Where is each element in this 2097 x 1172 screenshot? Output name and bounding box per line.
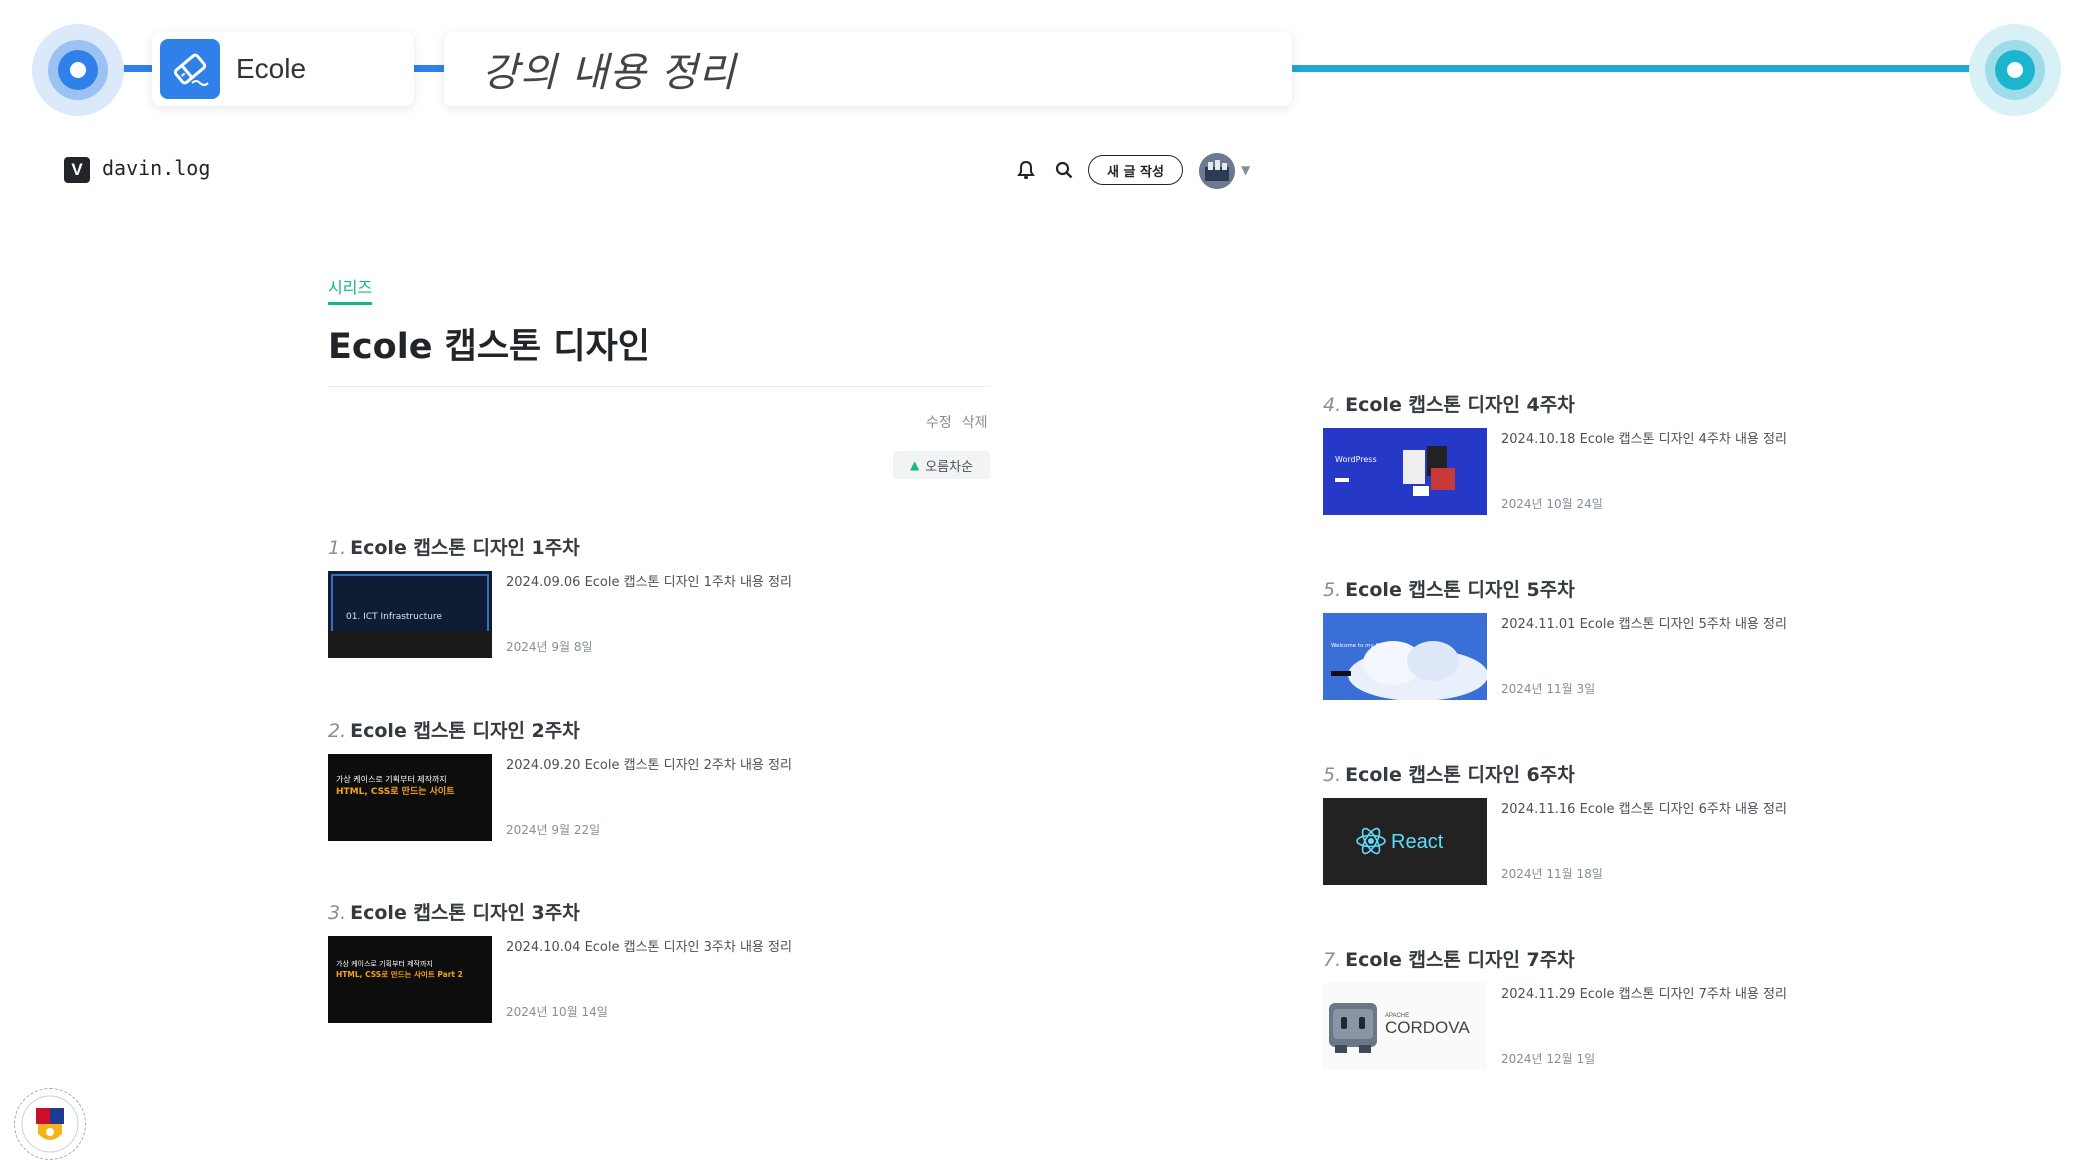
series-actions: 수정 삭제 xyxy=(926,412,988,432)
velog-logo[interactable]: V xyxy=(64,157,90,183)
post-thumbnail[interactable]: WordPress xyxy=(1323,428,1487,515)
blog-name[interactable]: davin.log xyxy=(102,156,210,180)
post-description: 2024.10.04 Ecole 캡스톤 디자인 3주차 내용 정리 xyxy=(506,940,792,955)
chevron-up-icon: ▲ xyxy=(909,458,920,472)
divider xyxy=(328,386,990,387)
thumbnail-text: React xyxy=(1391,831,1444,853)
thumbnail-subtext: HTML, CSS로 만드는 사이트 xyxy=(336,785,455,797)
category-tag: Ecole xyxy=(152,32,414,106)
post-title[interactable]: 5. Ecole 캡스톤 디자인 5주차 xyxy=(1323,575,1575,602)
series-tag[interactable]: 시리즈 xyxy=(328,274,373,305)
search-icon[interactable] xyxy=(1052,158,1076,182)
series-post[interactable]: 1. Ecole 캡스톤 디자인 1주차 01. ICT Infrastructu… xyxy=(328,533,792,658)
eraser-icon xyxy=(160,39,220,99)
post-title[interactable]: 5. Ecole 캡스톤 디자인 6주차 xyxy=(1323,760,1575,787)
timeline-node-left xyxy=(32,24,124,116)
post-thumbnail[interactable]: 01. ICT Infrastructure xyxy=(328,571,492,658)
post-thumbnail[interactable]: 가상 케이스로 기획부터 제작까지 HTML, CSS로 만드는 사이트 Part… xyxy=(328,936,492,1023)
series-post[interactable]: 5. Ecole 캡스톤 디자인 5주차 Welcome to my Portfo… xyxy=(1323,575,1787,700)
post-description: 2024.09.06 Ecole 캡스톤 디자인 1주차 내용 정리 xyxy=(506,575,792,590)
slide-title: 강의 내용 정리 xyxy=(482,50,737,96)
series-post[interactable]: 5. Ecole 캡스톤 디자인 6주차 React 2024.11.16 Eco… xyxy=(1323,760,1787,885)
bell-icon[interactable] xyxy=(1014,158,1038,182)
post-title[interactable]: 3. Ecole 캡스톤 디자인 3주차 xyxy=(328,898,580,925)
thumbnail-text: 01. ICT Infrastructure xyxy=(346,612,443,622)
post-thumbnail[interactable]: 가상 케이스로 기획부터 제작까지 HTML, CSS로 만드는 사이트 xyxy=(328,754,492,841)
avatar[interactable] xyxy=(1199,153,1235,189)
timeline-node-right xyxy=(1969,24,2061,116)
new-post-button[interactable]: 새 글 작성 xyxy=(1088,155,1183,185)
timeline-line-right xyxy=(1290,65,2010,72)
post-thumbnail[interactable]: Welcome to my Portfolio xyxy=(1323,613,1487,700)
series-title: Ecole 캡스톤 디자인 xyxy=(328,327,651,367)
series-post[interactable]: 3. Ecole 캡스톤 디자인 3주차 가상 케이스로 기획부터 제작까지 HTM… xyxy=(328,898,792,1023)
thumbnail-subtext: HTML, CSS로 만드는 사이트 Part 2 xyxy=(336,969,463,979)
series-post[interactable]: 7. Ecole 캡스톤 디자인 7주차 APACHE CORDOVA 2024.1… xyxy=(1323,945,1787,1070)
post-title[interactable]: 4. Ecole 캡스톤 디자인 4주차 xyxy=(1323,390,1575,417)
post-date: 2024년 11월 18일 xyxy=(1501,867,1603,881)
post-description: 2024.10.18 Ecole 캡스톤 디자인 4주차 내용 정리 xyxy=(1501,432,1787,447)
sort-button[interactable]: ▲ 오름차순 xyxy=(893,451,990,479)
thumbnail-text: 가상 케이스로 기획부터 제작까지 xyxy=(336,959,433,968)
category-label: Ecole xyxy=(236,53,307,84)
university-seal-logo xyxy=(14,1088,86,1160)
thumbnail-text: WordPress xyxy=(1335,455,1377,464)
sort-label: 오름차순 xyxy=(925,459,974,475)
edit-button[interactable]: 수정 xyxy=(926,412,952,432)
thumbnail-text: Welcome to my Portfolio xyxy=(1331,643,1399,649)
post-description: 2024.11.01 Ecole 캡스톤 디자인 5주차 내용 정리 xyxy=(1501,617,1787,632)
post-title[interactable]: 7. Ecole 캡스톤 디자인 7주차 xyxy=(1323,945,1575,972)
post-date: 2024년 9월 8일 xyxy=(506,640,593,654)
post-date: 2024년 12월 1일 xyxy=(1501,1052,1596,1066)
thumbnail-text: CORDOVA xyxy=(1385,1018,1470,1037)
post-title[interactable]: 2. Ecole 캡스톤 디자인 2주차 xyxy=(328,716,580,743)
post-date: 2024년 9월 22일 xyxy=(506,823,601,837)
post-description: 2024.11.16 Ecole 캡스톤 디자인 6주차 내용 정리 xyxy=(1501,802,1787,817)
post-date: 2024년 10월 24일 xyxy=(1501,497,1603,511)
post-title[interactable]: 1. Ecole 캡스톤 디자인 1주차 xyxy=(328,533,580,560)
post-date: 2024년 11월 3일 xyxy=(1501,682,1596,696)
post-date: 2024년 10월 14일 xyxy=(506,1005,608,1019)
series-post[interactable]: 2. Ecole 캡스톤 디자인 2주차 가상 케이스로 기획부터 제작까지 HTM… xyxy=(328,716,792,841)
caret-down-icon[interactable]: ▼ xyxy=(1241,163,1250,177)
slide-page: Ecole 강의 내용 정리 V davin.log 새 글 작성 ▼ 시리즈 … xyxy=(0,0,2097,1172)
post-thumbnail[interactable]: React xyxy=(1323,798,1487,885)
series-post[interactable]: 4. Ecole 캡스톤 디자인 4주차 WordPress 2024.10.18… xyxy=(1323,390,1787,515)
post-description: 2024.09.20 Ecole 캡스톤 디자인 2주차 내용 정리 xyxy=(506,758,792,773)
delete-button[interactable]: 삭제 xyxy=(962,412,988,432)
velog-screenshot xyxy=(0,140,1320,1140)
thumbnail-text: 가상 케이스로 기획부터 제작까지 xyxy=(336,774,447,784)
post-thumbnail[interactable]: APACHE CORDOVA xyxy=(1323,983,1487,1070)
post-description: 2024.11.29 Ecole 캡스톤 디자인 7주차 내용 정리 xyxy=(1501,987,1787,1002)
slide-title-card: 강의 내용 정리 xyxy=(444,32,1292,106)
